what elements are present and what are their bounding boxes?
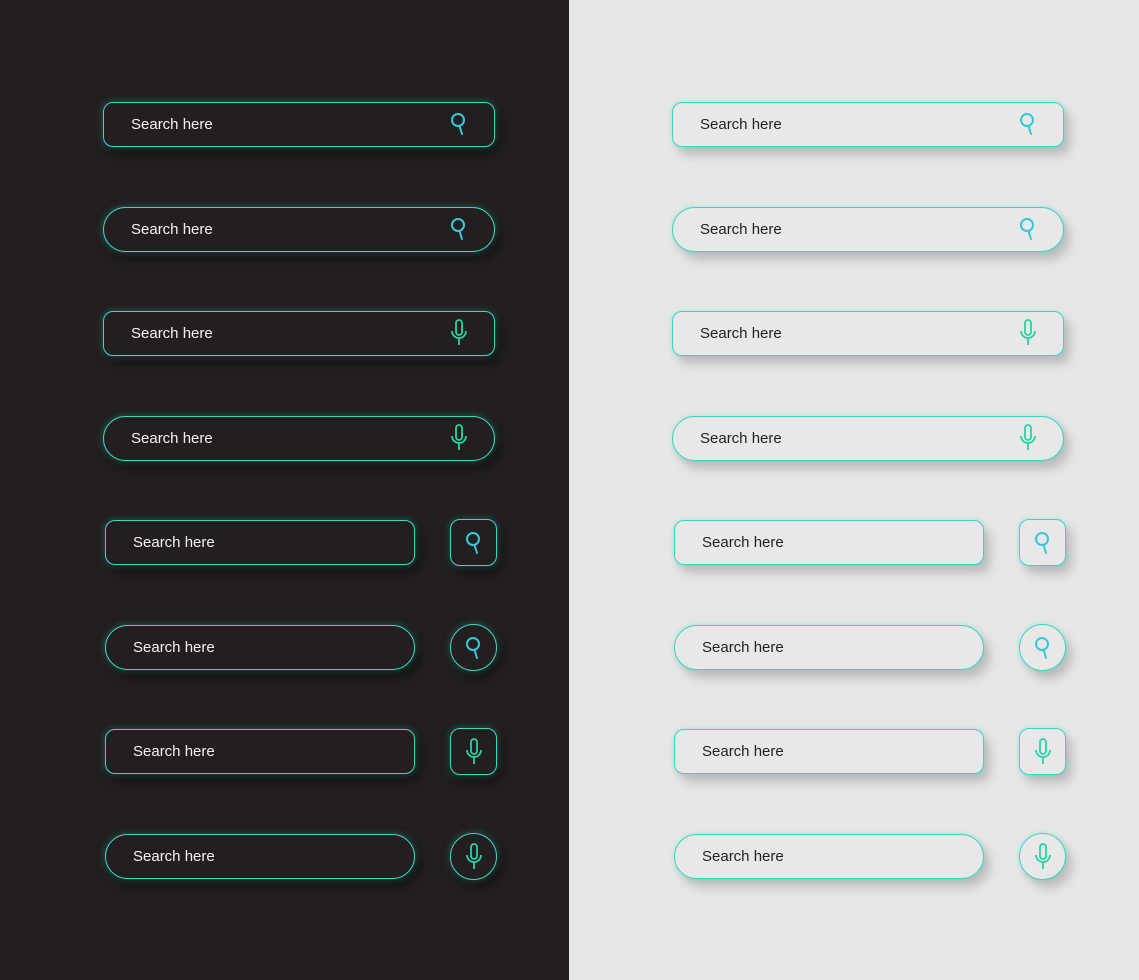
dark-theme-panel: Search here Search here Search here Search … (0, 0, 569, 980)
search-icon[interactable] (448, 216, 470, 242)
search-bar[interactable]: Search here (674, 834, 984, 879)
search-input[interactable]: Search here (106, 534, 414, 551)
search-bar[interactable]: Search here (103, 416, 495, 461)
search-input[interactable]: Search here (673, 116, 1063, 133)
search-input[interactable]: Search here (104, 221, 494, 238)
search-bar[interactable]: Search here (105, 520, 415, 565)
voice-search-button[interactable] (450, 728, 497, 775)
search-input[interactable]: Search here (675, 639, 983, 656)
search-input[interactable]: Search here (673, 430, 1063, 447)
voice-search-button[interactable] (1019, 833, 1066, 880)
search-icon (1034, 636, 1052, 660)
light-theme-panel: Search here Search here Search here Search … (569, 0, 1139, 980)
search-input[interactable]: Search here (104, 116, 494, 133)
mic-icon[interactable] (448, 424, 470, 451)
mic-icon[interactable] (1017, 319, 1039, 346)
mic-icon (465, 737, 483, 766)
search-icon[interactable] (1017, 111, 1039, 137)
search-bar[interactable]: Search here (674, 729, 984, 774)
voice-search-button[interactable] (450, 833, 497, 880)
search-input[interactable]: Search here (675, 848, 983, 865)
search-icon (1034, 531, 1052, 555)
search-input[interactable]: Search here (104, 430, 494, 447)
search-input[interactable]: Search here (106, 639, 414, 656)
search-input[interactable]: Search here (675, 534, 983, 551)
search-input[interactable]: Search here (106, 848, 414, 865)
search-bar[interactable]: Search here (103, 207, 495, 252)
mic-icon (1034, 842, 1052, 871)
search-bar[interactable]: Search here (103, 102, 495, 147)
search-input[interactable]: Search here (106, 743, 414, 760)
search-button[interactable] (450, 519, 497, 566)
search-bar[interactable]: Search here (674, 520, 984, 565)
search-button[interactable] (1019, 519, 1066, 566)
search-bar[interactable]: Search here (672, 311, 1064, 356)
search-icon[interactable] (448, 111, 470, 137)
search-bar[interactable]: Search here (105, 834, 415, 879)
search-icon (465, 636, 483, 660)
search-bar[interactable]: Search here (105, 625, 415, 670)
search-bar[interactable]: Search here (672, 416, 1064, 461)
mic-icon[interactable] (1017, 424, 1039, 451)
search-input[interactable]: Search here (673, 221, 1063, 238)
search-input[interactable]: Search here (104, 325, 494, 342)
mic-icon (465, 842, 483, 871)
search-bar[interactable]: Search here (103, 311, 495, 356)
search-button[interactable] (1019, 624, 1066, 671)
mic-icon[interactable] (448, 319, 470, 346)
search-icon (465, 531, 483, 555)
search-button[interactable] (450, 624, 497, 671)
mic-icon (1034, 737, 1052, 766)
search-input[interactable]: Search here (673, 325, 1063, 342)
search-bar[interactable]: Search here (672, 207, 1064, 252)
voice-search-button[interactable] (1019, 728, 1066, 775)
search-bar[interactable]: Search here (105, 729, 415, 774)
search-input[interactable]: Search here (675, 743, 983, 760)
search-bar[interactable]: Search here (672, 102, 1064, 147)
search-icon[interactable] (1017, 216, 1039, 242)
search-bar[interactable]: Search here (674, 625, 984, 670)
